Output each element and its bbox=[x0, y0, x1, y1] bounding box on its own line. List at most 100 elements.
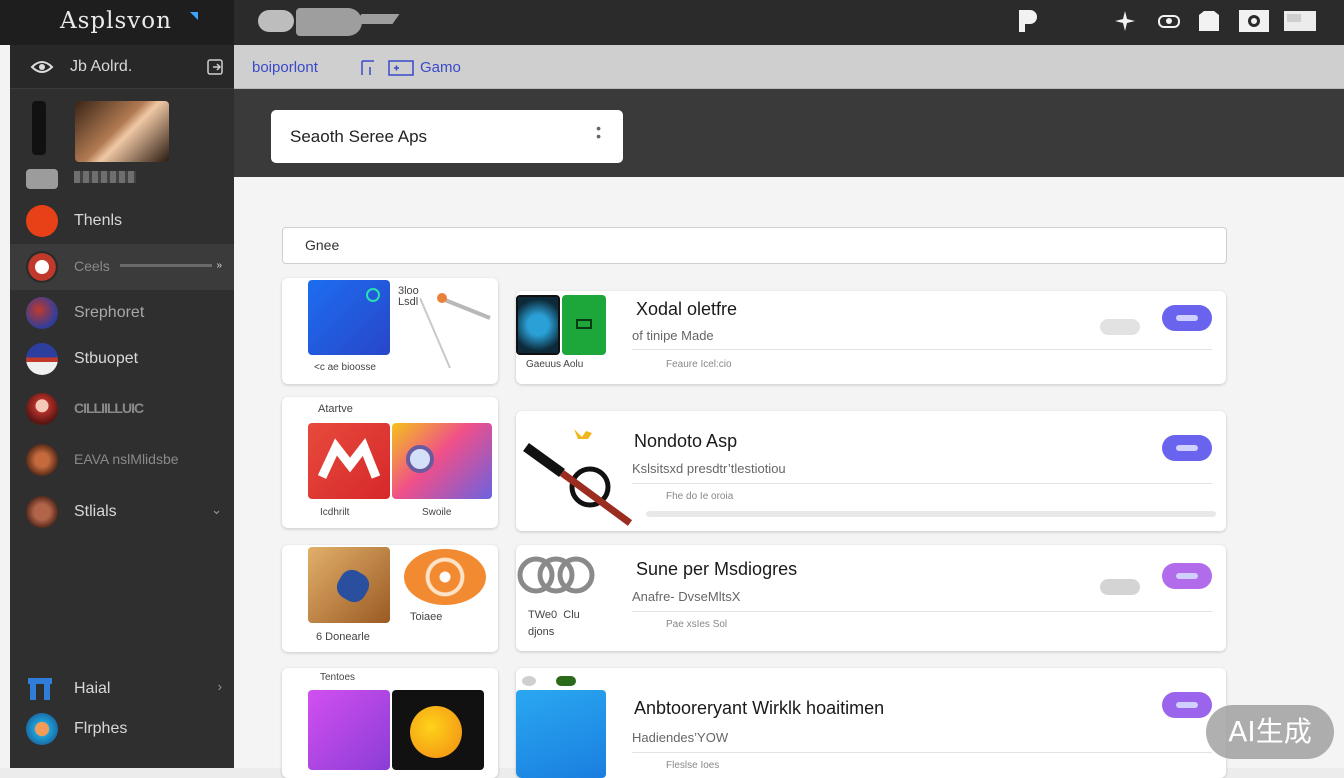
sidebar-edge bbox=[0, 45, 10, 768]
get-button[interactable] bbox=[1162, 563, 1212, 589]
app-thumb-icon[interactable] bbox=[562, 295, 606, 355]
app-tile-icon[interactable] bbox=[308, 280, 390, 355]
chevron-right-icon: » bbox=[216, 260, 222, 271]
sidebar-item-stlials[interactable]: Stlials ⌄ bbox=[10, 489, 234, 535]
sidebar-item-eava[interactable]: EAVA nslMlidsbe bbox=[10, 437, 234, 483]
bug-icon bbox=[556, 676, 576, 686]
divider bbox=[632, 483, 1212, 484]
featured-card-4[interactable]: Tentoes bbox=[282, 668, 498, 778]
face-icon bbox=[26, 496, 58, 528]
bracket-icon bbox=[361, 60, 374, 75]
app-tile-icon[interactable] bbox=[308, 690, 390, 770]
app-title[interactable]: Sune per Msdiogres bbox=[636, 559, 797, 580]
window-icon[interactable] bbox=[1283, 8, 1317, 34]
app-meta: Feaure Icel:cio bbox=[666, 359, 732, 370]
sidebar-item-label: Srephoret bbox=[74, 304, 145, 321]
app-card-2[interactable]: Nondoto Asp Kslsitsxd presdtr’tlestiotio… bbox=[516, 411, 1226, 531]
app-logo[interactable]: Asplsvon bbox=[60, 8, 172, 34]
main-content: Gnee <c ae bioosse 3loo Lsdl Atartve Icd… bbox=[234, 177, 1344, 778]
controller-icon[interactable] bbox=[1156, 8, 1182, 34]
search-input[interactable]: Seaoth Seree Aps • • bbox=[271, 110, 623, 163]
more-options-icon[interactable]: • • bbox=[596, 121, 601, 143]
get-button[interactable] bbox=[1162, 692, 1212, 718]
sidebar-item-label: Flrphes bbox=[74, 720, 128, 737]
chevron-right-icon: › bbox=[217, 679, 222, 694]
status-pill bbox=[1100, 579, 1140, 595]
swirl-icon[interactable] bbox=[404, 549, 486, 605]
sidebar-header-label: Jb Aolrd. bbox=[70, 58, 133, 75]
portrait-icon bbox=[26, 393, 58, 425]
logo-accent-icon bbox=[190, 12, 198, 20]
sidebar-item-srephoret[interactable]: Srephoret bbox=[10, 290, 234, 336]
app-tile-icon[interactable] bbox=[308, 547, 390, 623]
home-icon bbox=[28, 678, 52, 700]
rings-icon bbox=[517, 556, 595, 594]
tile-caption: 6 Donearle bbox=[316, 631, 370, 643]
scroll-handle[interactable] bbox=[32, 101, 46, 155]
sidebar-item-label: Ceels bbox=[74, 258, 110, 274]
category-filter[interactable]: Gnee bbox=[282, 227, 1227, 264]
progress-line bbox=[120, 264, 212, 267]
store-icon[interactable] bbox=[1196, 8, 1222, 34]
app-subtitle: of tinipe Made bbox=[632, 328, 714, 343]
app-title[interactable]: Anbtooreryant Wirklk hoaitimen bbox=[634, 698, 884, 719]
tile-caption: Toiaee bbox=[410, 611, 443, 623]
sidebar: Jb Aolrd. Thenls Ceels » Srephoret Stbuo… bbox=[10, 45, 234, 768]
app-card-3[interactable]: TWe0 Clu djons Sune per Msdiogres Anafre… bbox=[516, 545, 1226, 651]
chevron-down-icon[interactable]: ⌄ bbox=[211, 502, 222, 518]
card-icon bbox=[26, 169, 58, 189]
nav-link-primary[interactable]: boiporlont bbox=[252, 59, 318, 76]
sidebar-item-flrphes[interactable]: Flrphes bbox=[10, 706, 234, 752]
app-thumb-icon[interactable] bbox=[516, 295, 560, 355]
bowl-icon bbox=[26, 713, 58, 745]
get-button[interactable] bbox=[1162, 305, 1212, 331]
avatar[interactable] bbox=[75, 101, 169, 162]
sidebar-item-label: CILLIILLUIC bbox=[74, 400, 144, 416]
sidebar-item-label: Stlials bbox=[74, 503, 117, 520]
tile-caption: <c ae bioosse bbox=[314, 362, 376, 373]
featured-card-2[interactable]: Atartve Icdhrilt Swoile bbox=[282, 397, 498, 528]
app-thumb-icon[interactable] bbox=[516, 690, 606, 778]
eye-icon[interactable] bbox=[30, 58, 54, 76]
app-tile-icon[interactable] bbox=[392, 423, 492, 499]
app-card-4[interactable]: Anbtooreryant Wirklk hoaitimen Hadiendes… bbox=[516, 668, 1226, 778]
badge-icon bbox=[366, 288, 380, 302]
sidebar-item-label: EAVA nslMlidsbe bbox=[74, 451, 179, 467]
app-card-1[interactable]: Gaeuus Aolu Xodal oletfre of tinipe Made… bbox=[516, 291, 1226, 384]
hand-icon bbox=[332, 565, 374, 607]
globe-icon bbox=[26, 297, 58, 329]
search-banner: Seaoth Seree Aps • • bbox=[234, 89, 1344, 177]
app-title[interactable]: Xodal oletfre bbox=[636, 299, 737, 320]
logo-area: Asplsvon bbox=[0, 0, 234, 45]
sidebar-item-portrait[interactable]: CILLIILLUIC bbox=[10, 386, 234, 432]
gamepad-icon bbox=[388, 60, 414, 76]
sidebar-item-thenls[interactable]: Thenls bbox=[10, 198, 234, 244]
app-title[interactable]: Nondoto Asp bbox=[634, 431, 737, 452]
brush-icon bbox=[420, 293, 491, 368]
divider bbox=[632, 611, 1212, 612]
toggle-pill[interactable] bbox=[258, 10, 294, 32]
wing-shape-icon bbox=[354, 14, 400, 24]
app-tile-icon[interactable] bbox=[392, 690, 484, 770]
exit-icon[interactable] bbox=[206, 58, 224, 76]
sidebar-item-label: Haial bbox=[74, 680, 111, 697]
search-placeholder: Seaoth Seree Aps bbox=[290, 127, 428, 146]
app-subtitle: Hadiendes’YOW bbox=[632, 730, 729, 745]
spark-icon[interactable] bbox=[1112, 8, 1138, 34]
dot-icon bbox=[522, 676, 536, 686]
featured-card-3[interactable]: 6 Donearle Toiaee bbox=[282, 545, 498, 652]
app-tile-icon[interactable] bbox=[308, 423, 390, 499]
app-meta: Fhe do Ie oroia bbox=[666, 491, 734, 502]
sidebar-item-ceels[interactable]: Ceels » bbox=[10, 244, 234, 290]
compass-icon bbox=[26, 251, 58, 283]
p-logo-icon[interactable] bbox=[1014, 8, 1040, 34]
thumb-caption: TWe0 Clu djons bbox=[528, 609, 580, 638]
m-letter-icon bbox=[317, 438, 381, 479]
nav-link-games[interactable]: Gamo bbox=[420, 59, 461, 76]
camera-icon[interactable] bbox=[1238, 8, 1270, 34]
app-subtitle: Kslsitsxd presdtr’tlestiotiou bbox=[632, 461, 786, 476]
featured-card-1[interactable]: <c ae bioosse 3loo Lsdl bbox=[282, 278, 498, 384]
sidebar-item-stbuopet[interactable]: Stbuopet bbox=[10, 336, 234, 382]
get-button[interactable] bbox=[1162, 435, 1212, 461]
top-bar: Asplsvon bbox=[0, 0, 1344, 45]
